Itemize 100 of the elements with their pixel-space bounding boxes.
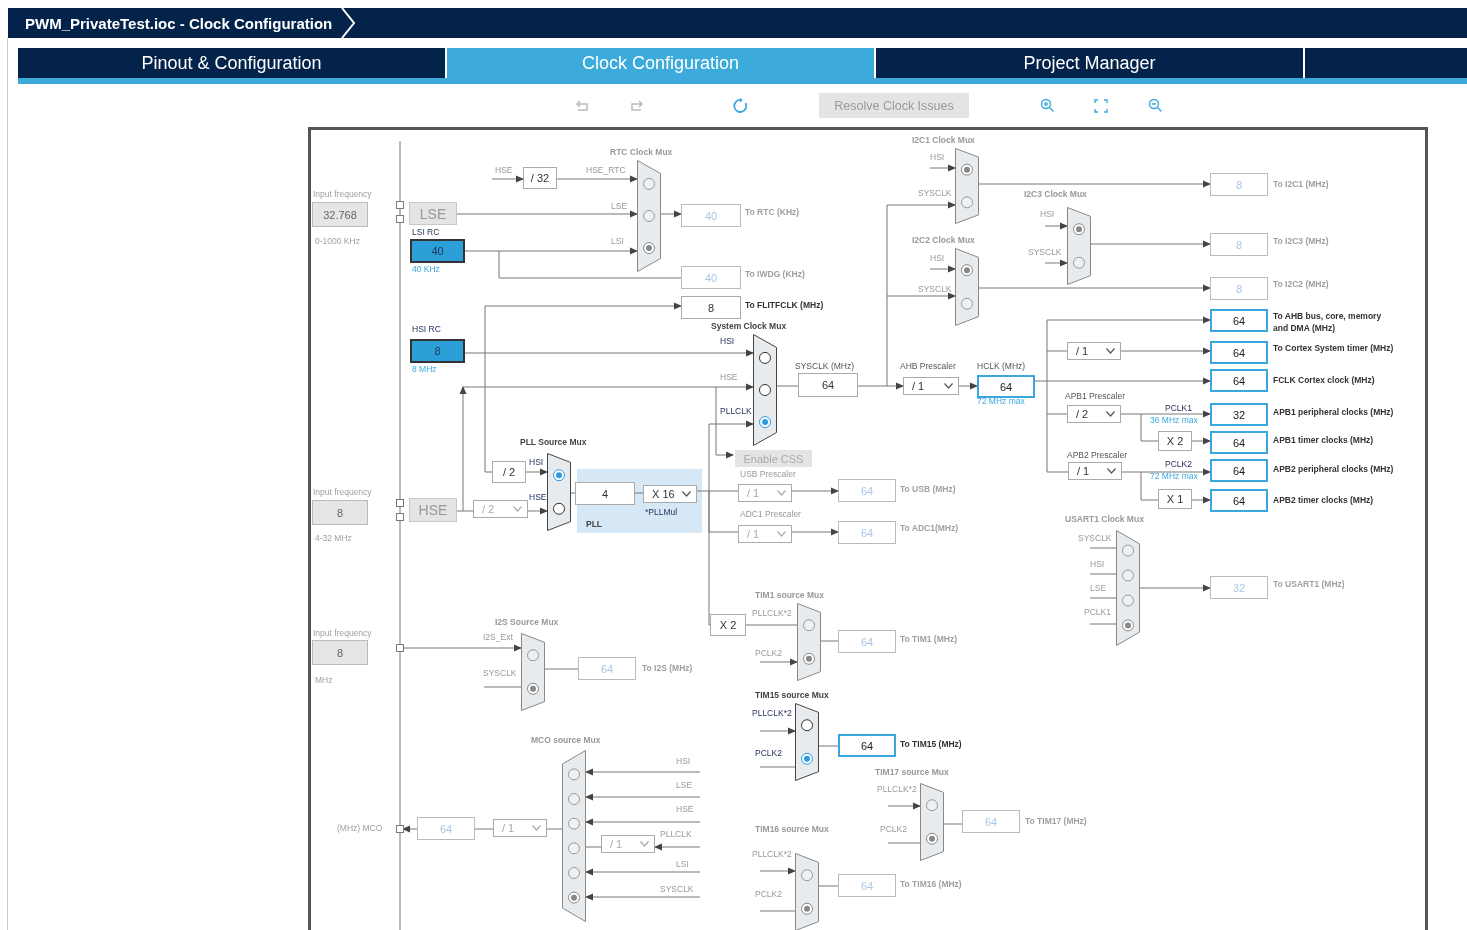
frequency-output: 40	[681, 204, 741, 227]
frequency-output: 32	[1210, 576, 1268, 599]
radio-button[interactable]	[568, 867, 580, 879]
mux-title: PLL	[586, 518, 603, 531]
radio-button[interactable]	[1073, 256, 1085, 269]
mux-title: TIM17 source Mux	[875, 766, 949, 779]
wire-line	[943, 823, 963, 825]
frequency-field[interactable]: 32.768	[312, 202, 368, 227]
output-label: To USART1 (MHz)	[1273, 578, 1345, 591]
radio-button[interactable]	[759, 351, 771, 364]
radio-button[interactable]	[553, 502, 565, 515]
radio-button[interactable]	[553, 469, 565, 482]
wire-line	[818, 745, 839, 747]
output-label: To I2C3 (MHz)	[1273, 235, 1329, 248]
caption-label: SYSCLK (MHz)	[795, 360, 855, 373]
radio-button[interactable]	[1122, 569, 1134, 582]
signal-label: PCLK2	[755, 647, 782, 660]
wire-line	[570, 492, 576, 494]
radio-button[interactable]	[759, 384, 771, 396]
prescaler-dropdown[interactable]: / 1	[1067, 342, 1121, 360]
radio-button[interactable]	[961, 264, 973, 277]
radio-button[interactable]	[801, 869, 813, 882]
radio-button[interactable]	[961, 163, 973, 176]
signal-label: SYSCLK	[483, 667, 517, 680]
signal-label: HSE_RTC	[586, 164, 626, 177]
undo-icon[interactable]	[575, 99, 591, 112]
hint-label: Input frequency	[313, 188, 372, 201]
wire-line	[1089, 623, 1117, 625]
tab[interactable]: Project Manager	[876, 48, 1303, 78]
signal-label: LSE	[611, 200, 628, 213]
redo-icon[interactable]	[628, 99, 644, 112]
frequency-output: 8	[1210, 173, 1268, 196]
connector-arrow	[929, 164, 956, 172]
connector-arrow	[525, 468, 548, 476]
prescaler-dropdown[interactable]: / 1	[493, 819, 547, 837]
radio-button[interactable]	[568, 793, 580, 805]
signal-label: HSE	[676, 803, 694, 816]
wire-line	[1140, 413, 1159, 442]
radio-button[interactable]	[568, 891, 580, 904]
wire-line	[544, 668, 579, 670]
radio-button[interactable]	[568, 842, 580, 855]
radio-button[interactable]	[527, 682, 539, 695]
radio-button[interactable]	[643, 177, 655, 190]
zoom-in-icon[interactable]	[1040, 98, 1055, 113]
wire-line	[585, 846, 602, 848]
radio-button[interactable]	[801, 752, 813, 765]
signal-label: HSI	[1040, 208, 1055, 221]
prescaler-dropdown[interactable]: / 1	[738, 525, 792, 543]
frequency-field[interactable]: 8	[312, 500, 368, 525]
radio-button[interactable]	[568, 768, 580, 781]
caption-label: ADC1 Prescaler	[740, 508, 801, 521]
radio-button[interactable]	[643, 210, 655, 222]
output-label: To I2C2 (MHz)	[1273, 278, 1329, 291]
tab[interactable]: Pinout & Configuration	[18, 48, 445, 78]
radio-button[interactable]	[801, 719, 813, 732]
prescaler-dropdown[interactable]: / 2	[1067, 405, 1121, 423]
radio-button[interactable]	[1122, 544, 1134, 557]
frequency-field[interactable]: 8	[312, 640, 368, 665]
wire-line	[759, 910, 796, 912]
radio-button[interactable]	[643, 242, 655, 255]
radio-button[interactable]	[1122, 594, 1134, 607]
radio-button[interactable]	[1073, 223, 1085, 236]
radio-button[interactable]	[801, 902, 813, 915]
radio-button[interactable]	[961, 196, 973, 209]
oscillator-field[interactable]: 8	[410, 339, 465, 363]
connector-arrow	[1044, 222, 1068, 230]
prescaler-dropdown[interactable]: / 1	[1068, 462, 1122, 480]
prescaler-dropdown[interactable]: / 2	[473, 500, 528, 518]
radio-button[interactable]	[926, 799, 938, 812]
signal-label: LSI	[611, 235, 624, 248]
prescaler-dropdown[interactable]: X 16	[643, 485, 697, 503]
signal-label: HSE	[720, 371, 738, 384]
tab[interactable]: Clock Configuration	[447, 48, 874, 78]
caret-icon	[1106, 348, 1115, 354]
frequency-output: 64	[838, 521, 896, 544]
frequency-output: 64	[838, 874, 896, 897]
prescaler-dropdown[interactable]: / 1	[903, 377, 959, 395]
zoom-out-icon[interactable]	[1148, 98, 1163, 113]
radio-button[interactable]	[527, 649, 539, 662]
prescaler-dropdown[interactable]: / 1	[738, 484, 792, 502]
radio-button[interactable]	[759, 416, 771, 429]
radio-button[interactable]	[961, 297, 973, 310]
signal-label: SYSCLK	[660, 883, 694, 896]
radio-button[interactable]	[1122, 619, 1134, 632]
hint-label: MHz	[315, 674, 333, 687]
caret-icon	[513, 506, 522, 512]
radio-button[interactable]	[803, 619, 815, 632]
radio-button[interactable]	[926, 832, 938, 845]
prescaler-dropdown[interactable]: / 1	[601, 835, 655, 853]
mux-title: MCO source Mux	[531, 734, 601, 747]
radio-button[interactable]	[803, 652, 815, 665]
limit-note: 72 MHz max	[1150, 470, 1198, 483]
signal-label: HSI	[676, 755, 691, 768]
output-label: To I2S (MHz)	[642, 662, 693, 675]
refresh-icon[interactable]	[733, 97, 749, 114]
radio-button[interactable]	[568, 817, 580, 830]
signal-label: HSI	[720, 335, 735, 348]
output-label: To TIM15 (MHz)	[900, 738, 962, 751]
oscillator-field[interactable]: 40	[410, 239, 465, 263]
fit-screen-icon[interactable]	[1094, 98, 1108, 113]
